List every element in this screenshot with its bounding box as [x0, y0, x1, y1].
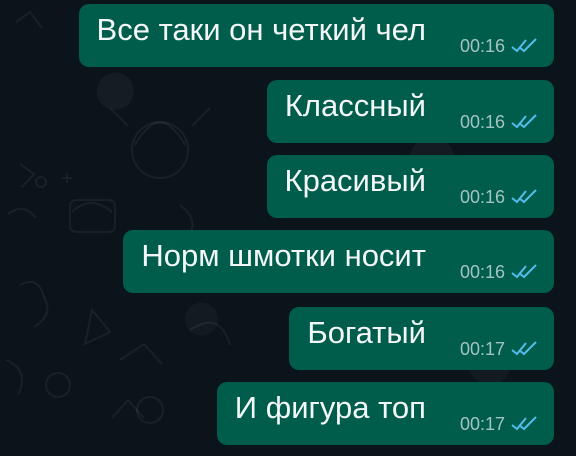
message-bubble[interactable]: И фигура топ 00:17 [216, 382, 554, 445]
message-meta: 00:16 [460, 37, 538, 57]
double-check-read-icon [510, 416, 538, 432]
double-check-read-icon [510, 189, 538, 205]
double-check-read-icon [510, 341, 538, 357]
message-time: 00:16 [459, 262, 505, 282]
double-check-read-icon [510, 114, 538, 130]
message-time: 00:17 [459, 414, 505, 434]
message-text: Красивый [284, 163, 426, 198]
message-bubble[interactable]: Классный 00:16 [266, 80, 554, 143]
message-bubble[interactable]: Богатый 00:17 [289, 307, 554, 370]
message-time: 00:17 [459, 339, 505, 359]
message-text: Богатый [307, 315, 426, 350]
double-check-read-icon [510, 38, 538, 54]
message-text: И фигура топ [234, 390, 426, 425]
message-text: Все таки он четкий чел [96, 12, 426, 47]
message-text: Классный [284, 88, 426, 123]
double-check-read-icon [510, 264, 538, 280]
chat-area: Все таки он четкий чел 00:16 Классный 00… [0, 0, 576, 456]
message-bubble[interactable]: Все таки он четкий чел 00:16 [78, 4, 554, 67]
message-meta: 00:16 [460, 188, 538, 208]
message-bubble[interactable]: Норм шмотки носит 00:16 [123, 230, 554, 293]
message-time: 00:16 [459, 112, 505, 132]
message-meta: 00:16 [460, 263, 538, 283]
message-text: Норм шмотки носит [141, 238, 426, 273]
message-bubble[interactable]: Красивый 00:16 [266, 155, 554, 218]
message-meta: 00:17 [460, 415, 538, 435]
message-meta: 00:16 [460, 113, 538, 133]
message-time: 00:16 [459, 187, 505, 207]
message-meta: 00:17 [460, 340, 538, 360]
message-time: 00:16 [459, 36, 505, 56]
